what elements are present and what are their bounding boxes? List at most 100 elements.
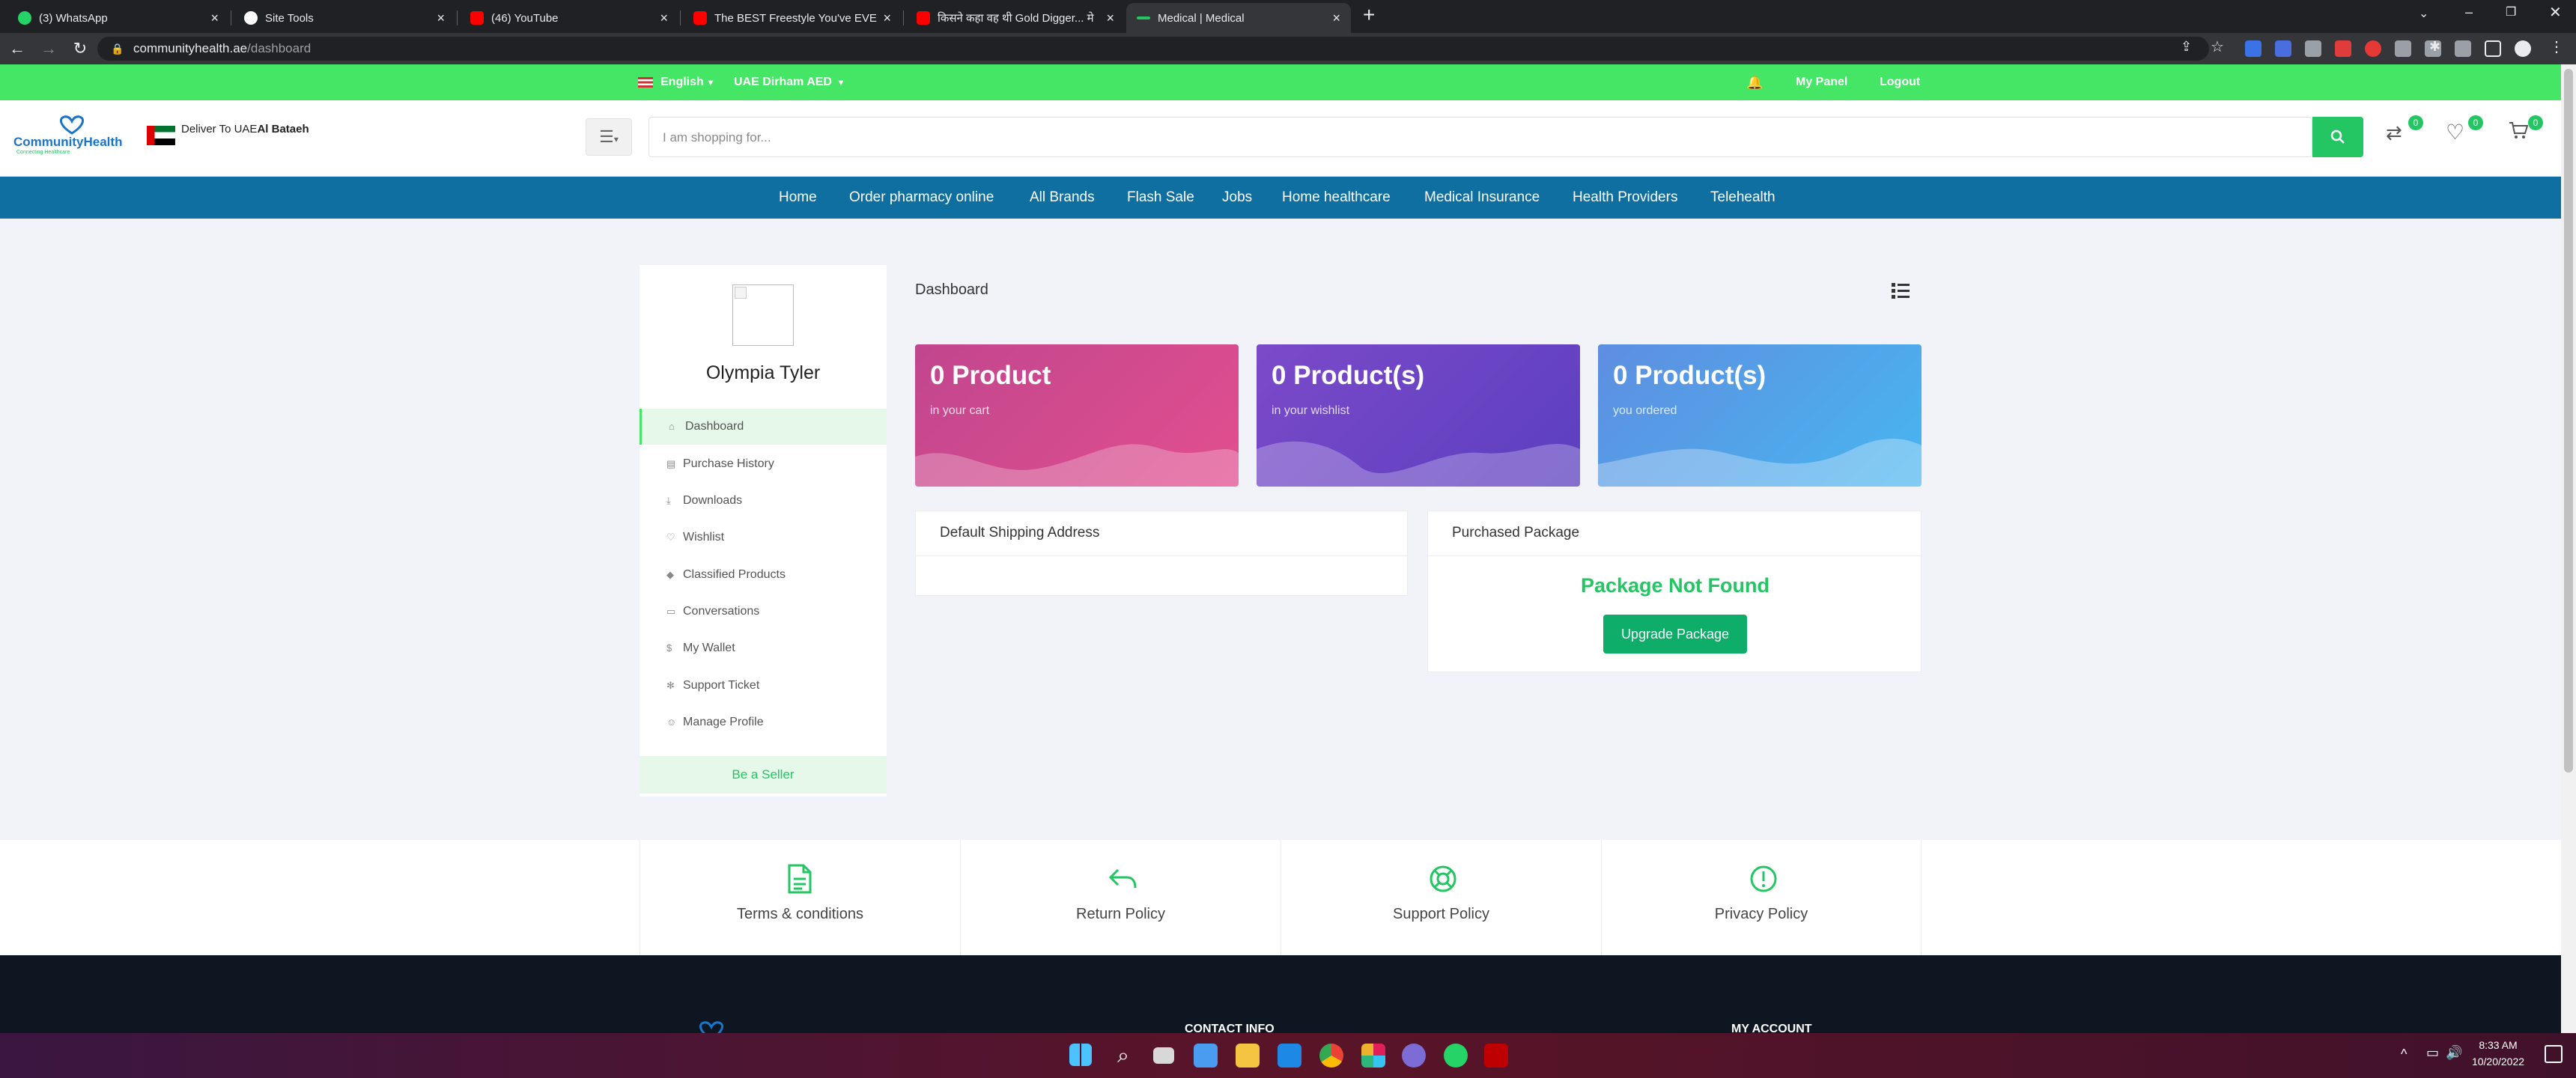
network-icon[interactable]: ▭ — [2426, 1045, 2439, 1061]
return-policy-link[interactable]: Return Policy — [960, 840, 1281, 955]
extension-icon[interactable] — [2305, 40, 2321, 57]
close-tab-icon[interactable]: × — [883, 10, 891, 26]
browser-tab[interactable]: The BEST Freestyle You've EVER S × — [683, 3, 902, 33]
whatsapp-icon[interactable] — [1444, 1044, 1468, 1068]
nav-medical-insurance[interactable]: Medical Insurance — [1424, 177, 1540, 219]
widgets-icon[interactable] — [1194, 1044, 1218, 1068]
sidebar-item-label: Dashboard — [685, 420, 744, 433]
task-view-icon[interactable] — [1153, 1047, 1174, 1064]
clock-time[interactable]: 8:33 AM — [2468, 1039, 2528, 1051]
chrome-icon[interactable] — [1319, 1044, 1343, 1068]
translate-extension-icon[interactable] — [2275, 40, 2291, 57]
sidebar-item-wishlist[interactable]: ♡ Wishlist — [640, 520, 887, 555]
support-policy-link[interactable]: Support Policy — [1281, 840, 1601, 955]
nav-health-providers[interactable]: Health Providers — [1573, 177, 1677, 219]
sidebar-item-my-wallet[interactable]: $ My Wallet — [640, 630, 887, 666]
nav-flash-sale[interactable]: Flash Sale — [1127, 177, 1194, 219]
bell-icon[interactable]: 🔔 — [1746, 64, 1763, 100]
currency-selector[interactable]: UAE Dirham AED — [734, 64, 832, 100]
cart-icon[interactable] — [2509, 121, 2529, 138]
sidebar-item-dashboard[interactable]: ⌂ Dashboard — [640, 409, 887, 445]
filezilla-icon[interactable] — [1484, 1044, 1508, 1068]
sidebar-item-support-ticket[interactable]: ✻ Support Ticket — [640, 668, 887, 704]
extension-icon[interactable] — [2365, 40, 2381, 57]
extensions-puzzle-icon[interactable]: ✱ — [2429, 39, 2440, 55]
sidebar-item-classified-products[interactable]: ◆ Classified Products — [640, 557, 887, 593]
camera-extension-icon[interactable] — [2395, 40, 2411, 57]
profile-avatar[interactable] — [2515, 40, 2531, 57]
search-input[interactable]: I am shopping for... — [648, 117, 2312, 157]
new-tab-icon[interactable]: + — [1363, 3, 1375, 27]
slack-icon[interactable] — [1361, 1044, 1385, 1068]
site-logo[interactable]: CommunityHealth Connecting Healthcare — [13, 115, 126, 160]
sidebar-item-conversations[interactable]: ▭ Conversations — [640, 594, 887, 630]
dollar-icon: $ — [666, 642, 672, 654]
orders-summary-card[interactable]: 0 Product(s) you ordered — [1598, 344, 1922, 487]
extension-icon[interactable] — [2455, 40, 2471, 57]
wishlist-count: 0 Product(s) — [1272, 361, 1425, 390]
forward-icon[interactable]: → — [37, 37, 60, 60]
cart-summary-card[interactable]: 0 Product in your cart — [915, 344, 1239, 487]
back-icon[interactable]: ← — [6, 37, 28, 60]
tab-search-icon[interactable]: ⌄ — [2419, 6, 2428, 21]
category-menu-button[interactable]: ☰▾ — [586, 118, 632, 156]
browser-tab[interactable]: किसने कहा वह थी Gold Digger... मे × — [906, 3, 1125, 33]
address-bar[interactable]: 🔒 communityhealth.ae/dashboard — [97, 37, 2209, 61]
reload-icon[interactable]: ↻ — [69, 37, 91, 60]
list-menu-icon[interactable] — [1890, 280, 1911, 301]
file-explorer-icon[interactable] — [1236, 1044, 1260, 1068]
terms-policy-link[interactable]: Terms & conditions — [640, 840, 960, 955]
close-tab-icon[interactable]: × — [1332, 10, 1340, 26]
pdf-extension-icon[interactable] — [2335, 40, 2351, 57]
compare-icon[interactable]: ⇄ — [2386, 121, 2402, 144]
clock-date[interactable]: 10/20/2022 — [2461, 1056, 2536, 1068]
restore-icon[interactable]: ❐ — [2506, 4, 2516, 19]
sidebar-item-label: Support Ticket — [683, 679, 760, 692]
browser-tab-active[interactable]: Medical | Medical × — [1126, 3, 1351, 33]
close-tab-icon[interactable]: × — [660, 10, 668, 26]
site-tools-icon — [244, 11, 258, 25]
close-tab-icon[interactable]: × — [210, 10, 219, 26]
minimize-icon[interactable]: – — [2465, 4, 2473, 20]
close-window-icon[interactable]: ✕ — [2549, 3, 2562, 22]
deliver-location[interactable]: Deliver To UAEAl Bataeh — [181, 123, 309, 135]
upgrade-package-button[interactable]: Upgrade Package — [1603, 615, 1747, 654]
nav-home[interactable]: Home — [779, 177, 817, 219]
sidebar-item-purchase-history[interactable]: ▤ Purchase History — [640, 446, 887, 482]
browser-tab[interactable]: (3) WhatsApp × — [7, 3, 229, 33]
sidebar-item-downloads[interactable]: ⤓ Downloads — [640, 483, 887, 519]
close-tab-icon[interactable]: × — [437, 10, 445, 26]
search-icon[interactable]: ⌕ — [1111, 1044, 1135, 1068]
sidepanel-icon[interactable] — [2485, 40, 2501, 57]
app-icon[interactable] — [1402, 1044, 1426, 1068]
my-panel-link[interactable]: My Panel — [1796, 64, 1847, 100]
scrollbar-thumb[interactable] — [2564, 69, 2573, 773]
privacy-policy-link[interactable]: Privacy Policy — [1601, 840, 1922, 955]
tray-chevron-icon[interactable]: ^ — [2401, 1047, 2407, 1062]
logout-link[interactable]: Logout — [1880, 64, 1920, 100]
notifications-icon[interactable] — [2545, 1045, 2563, 1063]
search-button[interactable] — [2312, 117, 2363, 157]
wishlist-heart-icon[interactable]: ♡ — [2446, 120, 2464, 144]
extension-icon[interactable] — [2245, 40, 2261, 57]
nav-all-brands[interactable]: All Brands — [1030, 177, 1095, 219]
cart-count-badge: 0 — [2528, 115, 2543, 130]
close-tab-icon[interactable]: × — [1106, 10, 1114, 26]
browser-tab[interactable]: (46) YouTube × — [460, 3, 678, 33]
sidebar-item-manage-profile[interactable]: ☺ Manage Profile — [640, 704, 887, 740]
browser-tab[interactable]: Site Tools × — [234, 3, 455, 33]
browser-menu-icon[interactable]: ⋮ — [2549, 37, 2564, 56]
start-windows-icon[interactable] — [1069, 1044, 1092, 1066]
nav-order-pharmacy[interactable]: Order pharmacy online — [849, 177, 994, 219]
be-seller-button[interactable]: Be a Seller — [640, 756, 887, 794]
wave-decoration — [1257, 441, 1580, 487]
nav-jobs[interactable]: Jobs — [1222, 177, 1252, 219]
share-icon[interactable]: ⇪ — [2181, 39, 2192, 55]
page-scrollbar[interactable] — [2561, 64, 2576, 1033]
nav-home-healthcare[interactable]: Home healthcare — [1282, 177, 1391, 219]
nav-telehealth[interactable]: Telehealth — [1710, 177, 1775, 219]
vscode-icon[interactable] — [1278, 1044, 1301, 1068]
language-selector[interactable]: English — [660, 64, 704, 100]
bookmark-star-icon[interactable]: ☆ — [2211, 37, 2224, 56]
wishlist-summary-card[interactable]: 0 Product(s) in your wishlist — [1257, 344, 1580, 487]
